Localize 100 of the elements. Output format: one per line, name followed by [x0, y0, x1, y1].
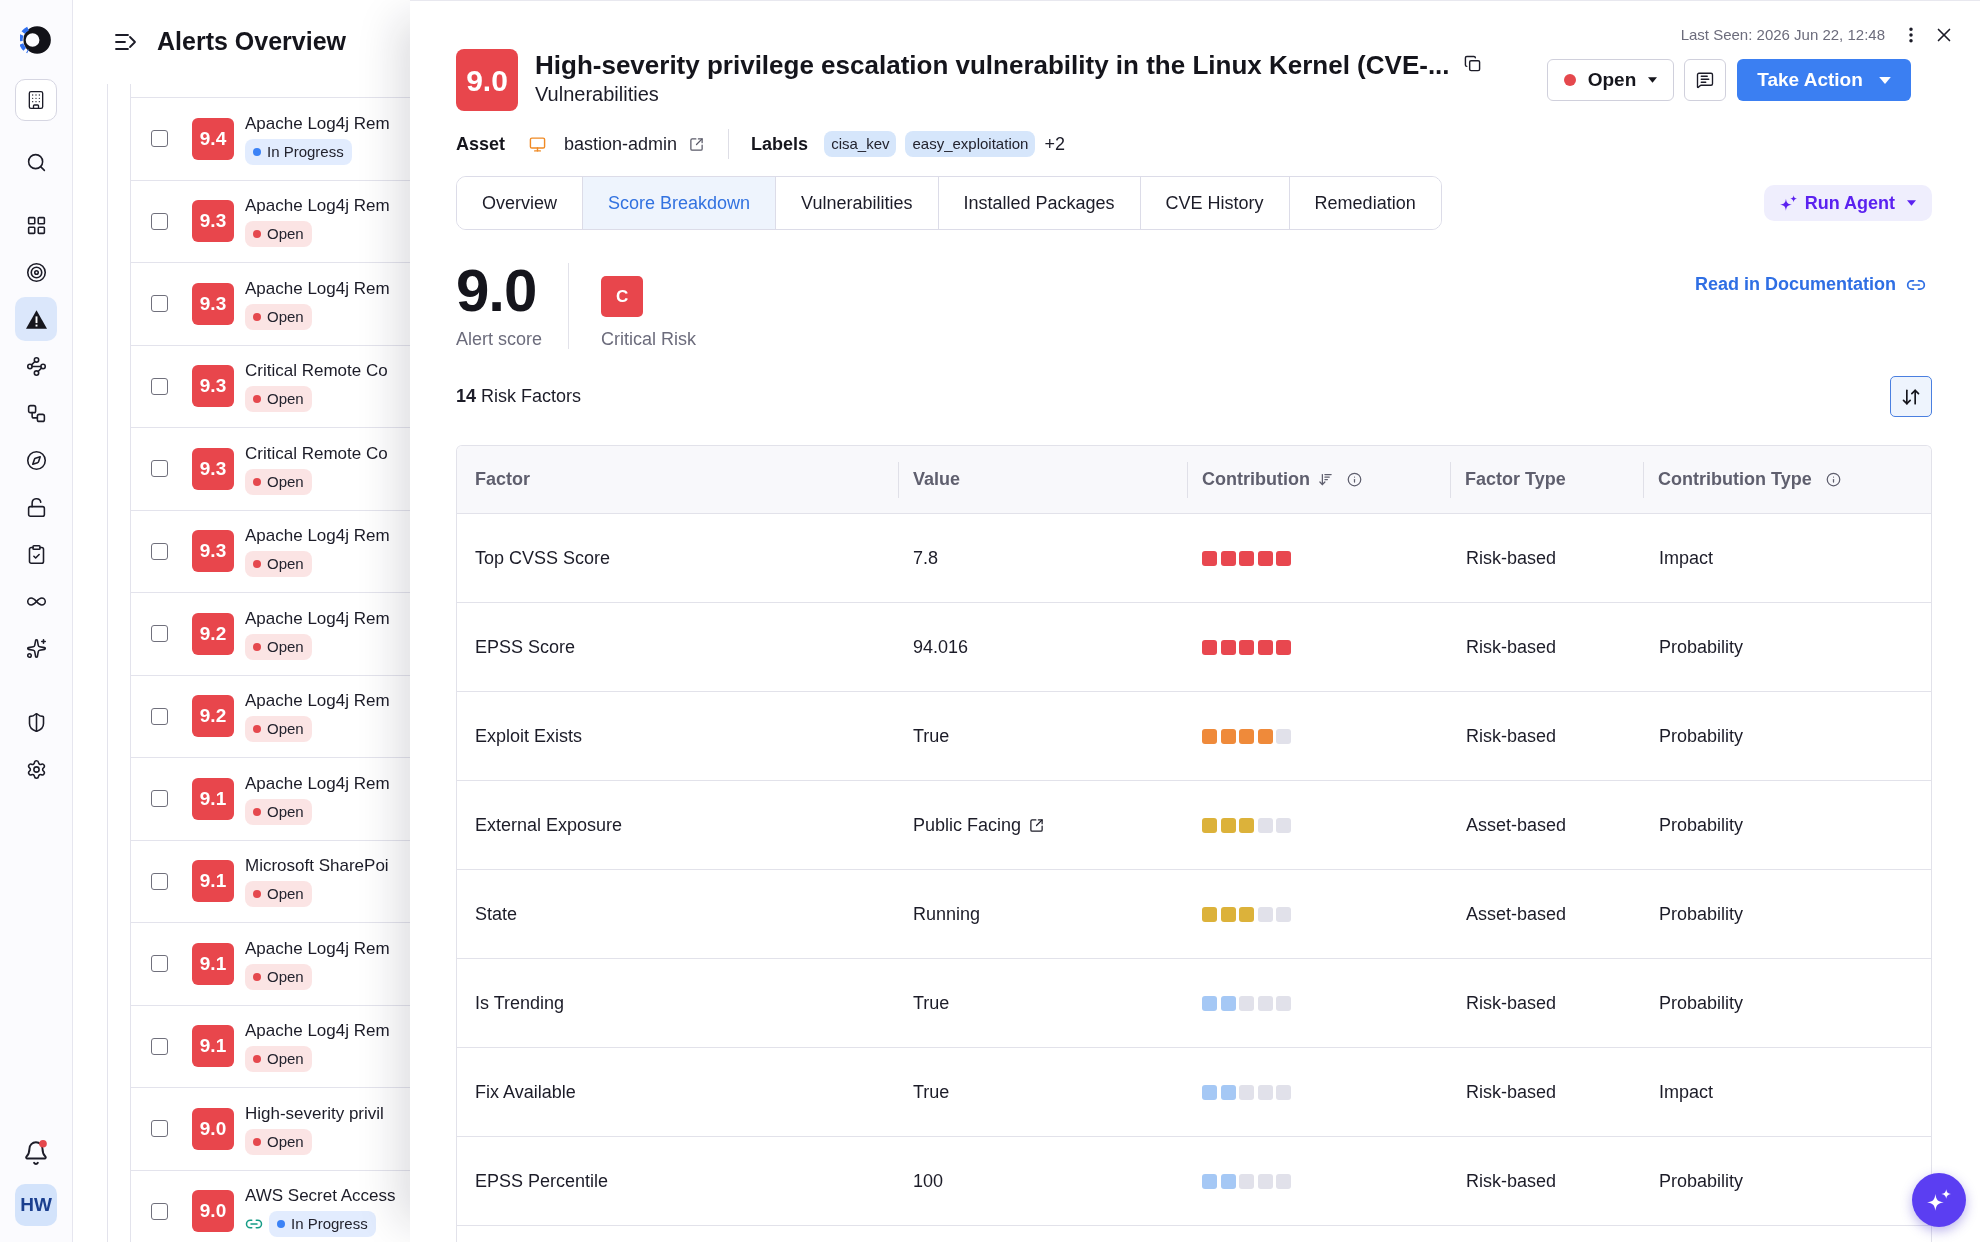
- alert-title: Apache Log4j Rem: [245, 1020, 390, 1043]
- caret-icon: [1907, 200, 1916, 206]
- table-cell-text: Fix Available: [475, 1080, 576, 1104]
- score-badge: 9.0: [192, 1107, 234, 1150]
- table-cell-text: Risk-based: [1466, 546, 1557, 570]
- empty-segment-icon: [1257, 906, 1273, 922]
- filled-segment-icon: [1239, 639, 1254, 655]
- filled-segment-icon: [1220, 906, 1236, 922]
- score-badge: 9.3: [192, 200, 234, 243]
- checkbox[interactable]: [151, 1202, 168, 1220]
- alert-title: High-severity privilege escalation vulnerability in the Linux Kernel (CVE-...: [535, 49, 1450, 81]
- status-label: In Progress: [267, 141, 344, 162]
- table-cell-text: True: [913, 1080, 950, 1104]
- run-agent-button[interactable]: Run Agent: [1763, 185, 1932, 221]
- score-badge: 9.3: [192, 282, 234, 325]
- documentation-link[interactable]: Read in Documentation: [1695, 271, 1926, 298]
- risk-grade-badge: C: [601, 276, 644, 317]
- external-link-icon[interactable]: [1029, 817, 1045, 833]
- checkbox[interactable]: [151, 377, 168, 395]
- filled-segment-icon: [1276, 639, 1291, 655]
- status-label: Open: [267, 801, 304, 822]
- filled-segment-icon: [1257, 550, 1273, 566]
- checkbox[interactable]: [151, 955, 168, 973]
- sparkles-icon: [1927, 1189, 1951, 1211]
- external-link-icon[interactable]: [689, 136, 705, 152]
- alert-title: AWS Secret Access: [245, 1185, 396, 1208]
- table-cell-text: Probability: [1659, 635, 1744, 659]
- alert-title: Apache Log4j Rem: [245, 277, 390, 300]
- status-label: Open: [267, 719, 304, 739]
- risk-factor-count: 14 Risk Factors: [456, 385, 582, 408]
- checkbox[interactable]: [151, 295, 168, 313]
- checkbox[interactable]: [151, 212, 168, 230]
- take-action-button[interactable]: Take Action: [1737, 59, 1911, 101]
- comment-button[interactable]: [1684, 59, 1726, 101]
- checkbox[interactable]: [151, 707, 168, 725]
- tab[interactable]: Score Breakdown: [582, 177, 776, 229]
- status-label: Open: [267, 389, 304, 409]
- checkbox[interactable]: [151, 790, 168, 808]
- table-cell-text: State: [475, 902, 518, 926]
- copy-icon[interactable]: [1463, 55, 1481, 72]
- table-cell-text: Impact: [1659, 1080, 1714, 1104]
- score-badge: 9.1: [192, 942, 234, 985]
- table-cell-text: Probability: [1659, 724, 1744, 748]
- message-icon: [1696, 71, 1714, 89]
- filled-segment-icon: [1257, 639, 1273, 655]
- nav-button[interactable]: [15, 297, 57, 341]
- table-cell-text: Risk-based: [1466, 1169, 1557, 1193]
- tab[interactable]: Remediation: [1288, 177, 1441, 229]
- checkbox[interactable]: [151, 1037, 168, 1055]
- linked-boxes-icon: [25, 402, 47, 424]
- menu-icon[interactable]: [115, 33, 137, 51]
- column-header: Factor: [475, 468, 530, 491]
- info-icon[interactable]: [1346, 472, 1362, 487]
- filled-segment-icon: [1220, 995, 1236, 1011]
- search-icon: [25, 151, 47, 173]
- checkbox[interactable]: [151, 130, 168, 148]
- caret-icon: [1878, 76, 1891, 84]
- checkbox[interactable]: [151, 1120, 168, 1138]
- filled-segment-icon: [1220, 1173, 1236, 1189]
- assistant-button[interactable]: [1912, 1173, 1966, 1227]
- status-dropdown[interactable]: Open: [1547, 59, 1674, 101]
- table-cell-text: Exploit Exists: [475, 724, 583, 748]
- checkbox[interactable]: [151, 625, 168, 643]
- checkbox[interactable]: [151, 542, 168, 560]
- alert-title: Microsoft SharePoi: [245, 855, 389, 878]
- table-cell-text: Top CVSS Score: [475, 546, 611, 570]
- table-cell-text: EPSS Score: [475, 635, 576, 659]
- alert-score-label: Alert score: [456, 328, 543, 351]
- checkbox[interactable]: [151, 872, 168, 890]
- status-label: Open: [267, 471, 304, 492]
- empty-segment-icon: [1257, 817, 1273, 833]
- empty-segment-icon: [1257, 1173, 1273, 1189]
- field-label: Labels: [751, 132, 809, 156]
- table-cell-text: True: [913, 724, 950, 748]
- sort-descending-icon[interactable]: [1317, 472, 1333, 487]
- label-tag: easy_exploitation: [905, 131, 1036, 157]
- alert-score-value: 9.0: [456, 261, 537, 321]
- sort-button[interactable]: [1890, 376, 1932, 417]
- alert-title: High-severity privil: [245, 1102, 384, 1125]
- table-cell-text: Probability: [1659, 991, 1744, 1015]
- alert-category: Vulnerabilities: [535, 82, 659, 107]
- asset-link[interactable]: bastion-admin: [564, 130, 678, 158]
- filled-segment-icon: [1257, 728, 1273, 744]
- user-avatar[interactable]: HW: [15, 1184, 57, 1226]
- status-label: In Progress: [291, 1214, 368, 1234]
- table-cell-text: 100: [913, 1169, 944, 1193]
- risk-label: Critical Risk: [601, 328, 697, 351]
- empty-segment-icon: [1276, 906, 1291, 922]
- alert-title: Apache Log4j Rem: [245, 772, 390, 795]
- status-label: Open: [267, 1131, 304, 1152]
- more-labels-count[interactable]: +2: [1044, 130, 1065, 158]
- status-label: Open: [267, 554, 304, 574]
- table-cell-text: Running: [913, 902, 981, 926]
- settings-icon: [25, 758, 47, 780]
- filled-segment-icon: [1239, 550, 1254, 566]
- status-label: Open: [267, 966, 304, 987]
- label-tag: cisa_kev: [824, 131, 897, 157]
- info-icon[interactable]: [1825, 472, 1841, 487]
- checkbox[interactable]: [151, 460, 168, 478]
- workspace-button[interactable]: [15, 79, 57, 121]
